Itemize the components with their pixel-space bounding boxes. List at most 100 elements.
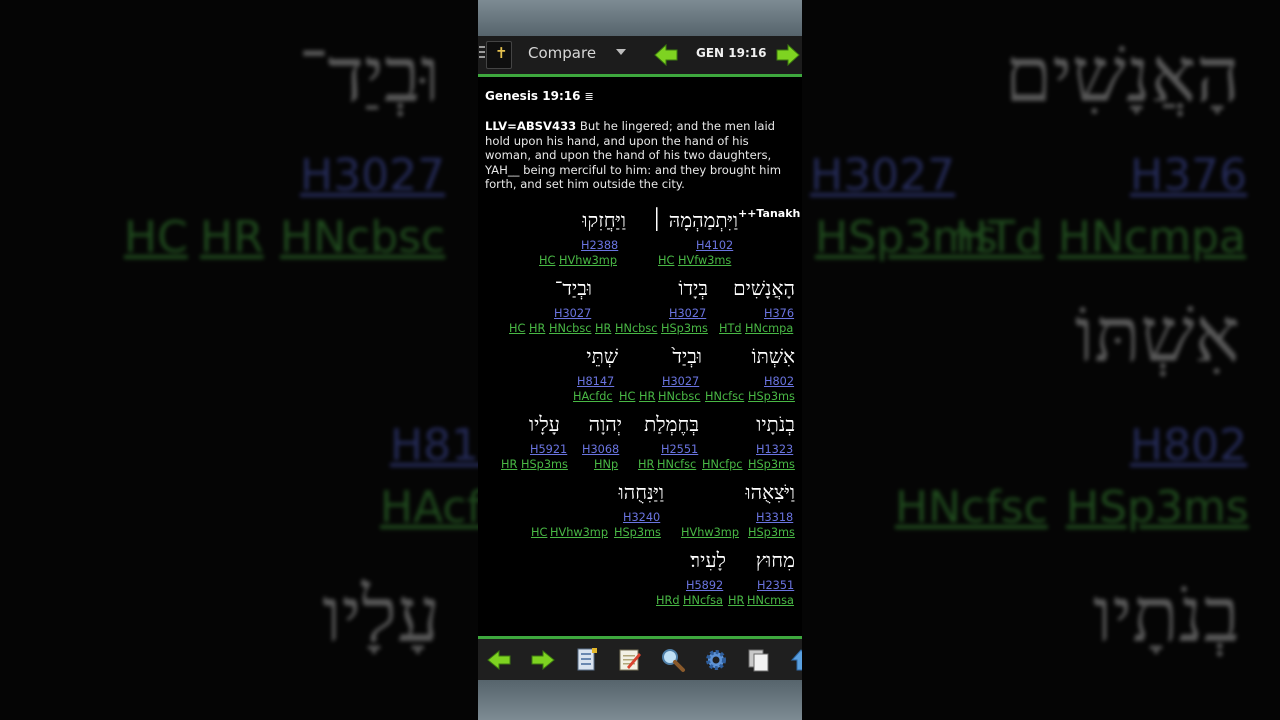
morph-link[interactable]: HNcfsc bbox=[705, 390, 744, 403]
hebrew-word: וַיִּתְמַהְמָהּ ׀ bbox=[651, 208, 738, 232]
menu-lines-icon[interactable]: ≣ bbox=[584, 90, 593, 103]
strongs-link[interactable]: H376 bbox=[764, 307, 794, 320]
strongs-link[interactable]: H2551 bbox=[661, 443, 698, 456]
compare-dropdown[interactable]: Compare bbox=[528, 44, 596, 62]
morph-link[interactable]: HNcbsc bbox=[549, 322, 591, 335]
hebrew-word: בְנֹתָיו bbox=[756, 412, 795, 436]
verse-text: LLV=ABSV433 But he lingered; and the men… bbox=[485, 119, 797, 192]
morph-link[interactable]: HR bbox=[638, 458, 654, 471]
morph-link[interactable]: HR bbox=[728, 594, 744, 607]
bg-hebrew-word: הָאֲנָשִׁים bbox=[1004, 30, 1240, 119]
morph-link[interactable]: HC bbox=[539, 254, 555, 267]
morph-link[interactable]: HRd bbox=[656, 594, 680, 607]
verse-heading[interactable]: Genesis 19:16 ≣ bbox=[485, 89, 594, 103]
action-bar: ✝ Compare GEN 19:16 bbox=[478, 36, 802, 77]
bg-hebrew-word: בְנֹתָיו bbox=[1092, 570, 1240, 659]
morph-link[interactable]: HC bbox=[531, 526, 547, 539]
notes-icon[interactable] bbox=[617, 647, 643, 673]
hebrew-word: הָאֲנָשִׁים bbox=[733, 276, 795, 300]
bg-morph: HC bbox=[124, 212, 188, 263]
strongs-link[interactable]: H3027 bbox=[662, 375, 699, 388]
bg-hebrew-word: עָלָיו bbox=[322, 570, 440, 659]
strongs-link[interactable]: H3318 bbox=[756, 511, 793, 524]
hebrew-word: עָלָיו bbox=[528, 412, 560, 436]
strongs-link[interactable]: H2351 bbox=[757, 579, 794, 592]
status-bar bbox=[478, 0, 802, 36]
system-nav-bar bbox=[478, 680, 802, 720]
bg-morph: HNcbsc bbox=[280, 212, 446, 263]
reference-label[interactable]: GEN 19:16 bbox=[696, 46, 766, 60]
strongs-link[interactable]: H3027 bbox=[669, 307, 706, 320]
morph-link[interactable]: HVhw3mp bbox=[559, 254, 617, 267]
morph-link[interactable]: HSp3ms bbox=[748, 526, 795, 539]
hebrew-word: אִשְׁתּוֹ bbox=[751, 344, 795, 368]
morph-link[interactable]: HNcfsa bbox=[683, 594, 723, 607]
version-tag: LLV=ABSV433 bbox=[485, 119, 577, 133]
morph-link[interactable]: HSp3ms bbox=[661, 322, 708, 335]
strongs-link[interactable]: H3068 bbox=[582, 443, 619, 456]
bg-morph: HSp3ms bbox=[815, 212, 998, 263]
morph-link[interactable]: HC bbox=[619, 390, 635, 403]
hebrew-word: מִחוּץ bbox=[755, 548, 795, 572]
morph-link[interactable]: HNcmsa bbox=[747, 594, 794, 607]
morph-link[interactable]: HSp3ms bbox=[614, 526, 661, 539]
forward-icon[interactable] bbox=[530, 647, 556, 673]
search-icon[interactable] bbox=[660, 647, 686, 673]
bg-strongs: H3027 bbox=[810, 150, 956, 201]
back-icon[interactable] bbox=[486, 647, 512, 673]
morph-link[interactable]: HR bbox=[639, 390, 655, 403]
bg-hebrew-word: וּבְיַד־ bbox=[298, 30, 440, 119]
hebrew-word: לָעִיר׃ bbox=[690, 548, 726, 572]
hebrew-word: וַיֹּצִאֻהוּ bbox=[745, 480, 795, 504]
hebrew-word: בְּחֶמְלַת bbox=[644, 412, 699, 436]
bg-strongs: H802 bbox=[1130, 420, 1248, 471]
morph-link[interactable]: HNp bbox=[594, 458, 618, 471]
morph-link[interactable]: HVhw3mp bbox=[681, 526, 739, 539]
strongs-link[interactable]: H1323 bbox=[756, 443, 793, 456]
morph-link[interactable]: HVfw3ms bbox=[678, 254, 731, 267]
verse-content[interactable]: Genesis 19:16 ≣ LLV=ABSV433 But he linger… bbox=[478, 77, 802, 636]
bg-morph: HR bbox=[200, 212, 264, 263]
strongs-link[interactable]: H3240 bbox=[623, 511, 660, 524]
back-arrow-icon[interactable] bbox=[654, 44, 678, 66]
bottom-toolbar bbox=[478, 636, 802, 683]
strongs-link[interactable]: H3027 bbox=[554, 307, 591, 320]
morph-link[interactable]: HSp3ms bbox=[748, 390, 795, 403]
morph-link[interactable]: HNcbsc bbox=[615, 322, 657, 335]
forward-arrow-icon[interactable] bbox=[776, 44, 800, 66]
settings-gear-icon[interactable] bbox=[703, 647, 729, 673]
morph-link[interactable]: HR bbox=[595, 322, 611, 335]
bg-morph: HSp3ms bbox=[1066, 482, 1249, 533]
book-icon[interactable]: ✝ bbox=[486, 41, 512, 69]
strongs-link[interactable]: H5921 bbox=[530, 443, 567, 456]
morph-link[interactable]: HC bbox=[658, 254, 674, 267]
bookmark-document-icon[interactable] bbox=[574, 647, 600, 673]
morph-link[interactable]: HSp3ms bbox=[748, 458, 795, 471]
morph-link[interactable]: HNcbsc bbox=[658, 390, 700, 403]
strongs-link[interactable]: H5892 bbox=[686, 579, 723, 592]
strongs-link[interactable]: H8147 bbox=[577, 375, 614, 388]
morph-link[interactable]: HC bbox=[509, 322, 525, 335]
strongs-link[interactable]: H4102 bbox=[696, 239, 733, 252]
strongs-link[interactable]: H2388 bbox=[581, 239, 618, 252]
hebrew-word: וַיַּנִּחֻהוּ bbox=[618, 480, 664, 504]
hebrew-word: יְהוָה bbox=[588, 412, 622, 436]
morph-link[interactable]: HNcfsc bbox=[657, 458, 696, 471]
morph-link[interactable]: HAcfdc bbox=[573, 390, 613, 403]
tanakh-label: ++Tanakh bbox=[738, 207, 801, 220]
morph-link[interactable]: HR bbox=[529, 322, 545, 335]
morph-link[interactable]: HTd bbox=[719, 322, 742, 335]
strongs-link[interactable]: H802 bbox=[764, 375, 794, 388]
drawer-lines-icon[interactable] bbox=[479, 46, 485, 60]
morph-link[interactable]: HR bbox=[501, 458, 517, 471]
copy-pages-icon[interactable] bbox=[746, 647, 772, 673]
morph-link[interactable]: HVhw3mp bbox=[550, 526, 608, 539]
morph-link[interactable]: HNcmpa bbox=[745, 322, 793, 335]
up-arrow-icon[interactable] bbox=[788, 647, 802, 673]
morph-link[interactable]: HSp3ms bbox=[521, 458, 568, 471]
morph-link[interactable]: HNcfpc bbox=[702, 458, 743, 471]
hebrew-word: וּבְיַד֙ bbox=[672, 344, 702, 368]
phone-screen: ✝ Compare GEN 19:16 Genesis 19:16 ≣ LLV=A… bbox=[478, 0, 802, 720]
chevron-down-icon[interactable] bbox=[616, 49, 626, 55]
hebrew-word: שְׁתֵּי bbox=[586, 344, 618, 368]
